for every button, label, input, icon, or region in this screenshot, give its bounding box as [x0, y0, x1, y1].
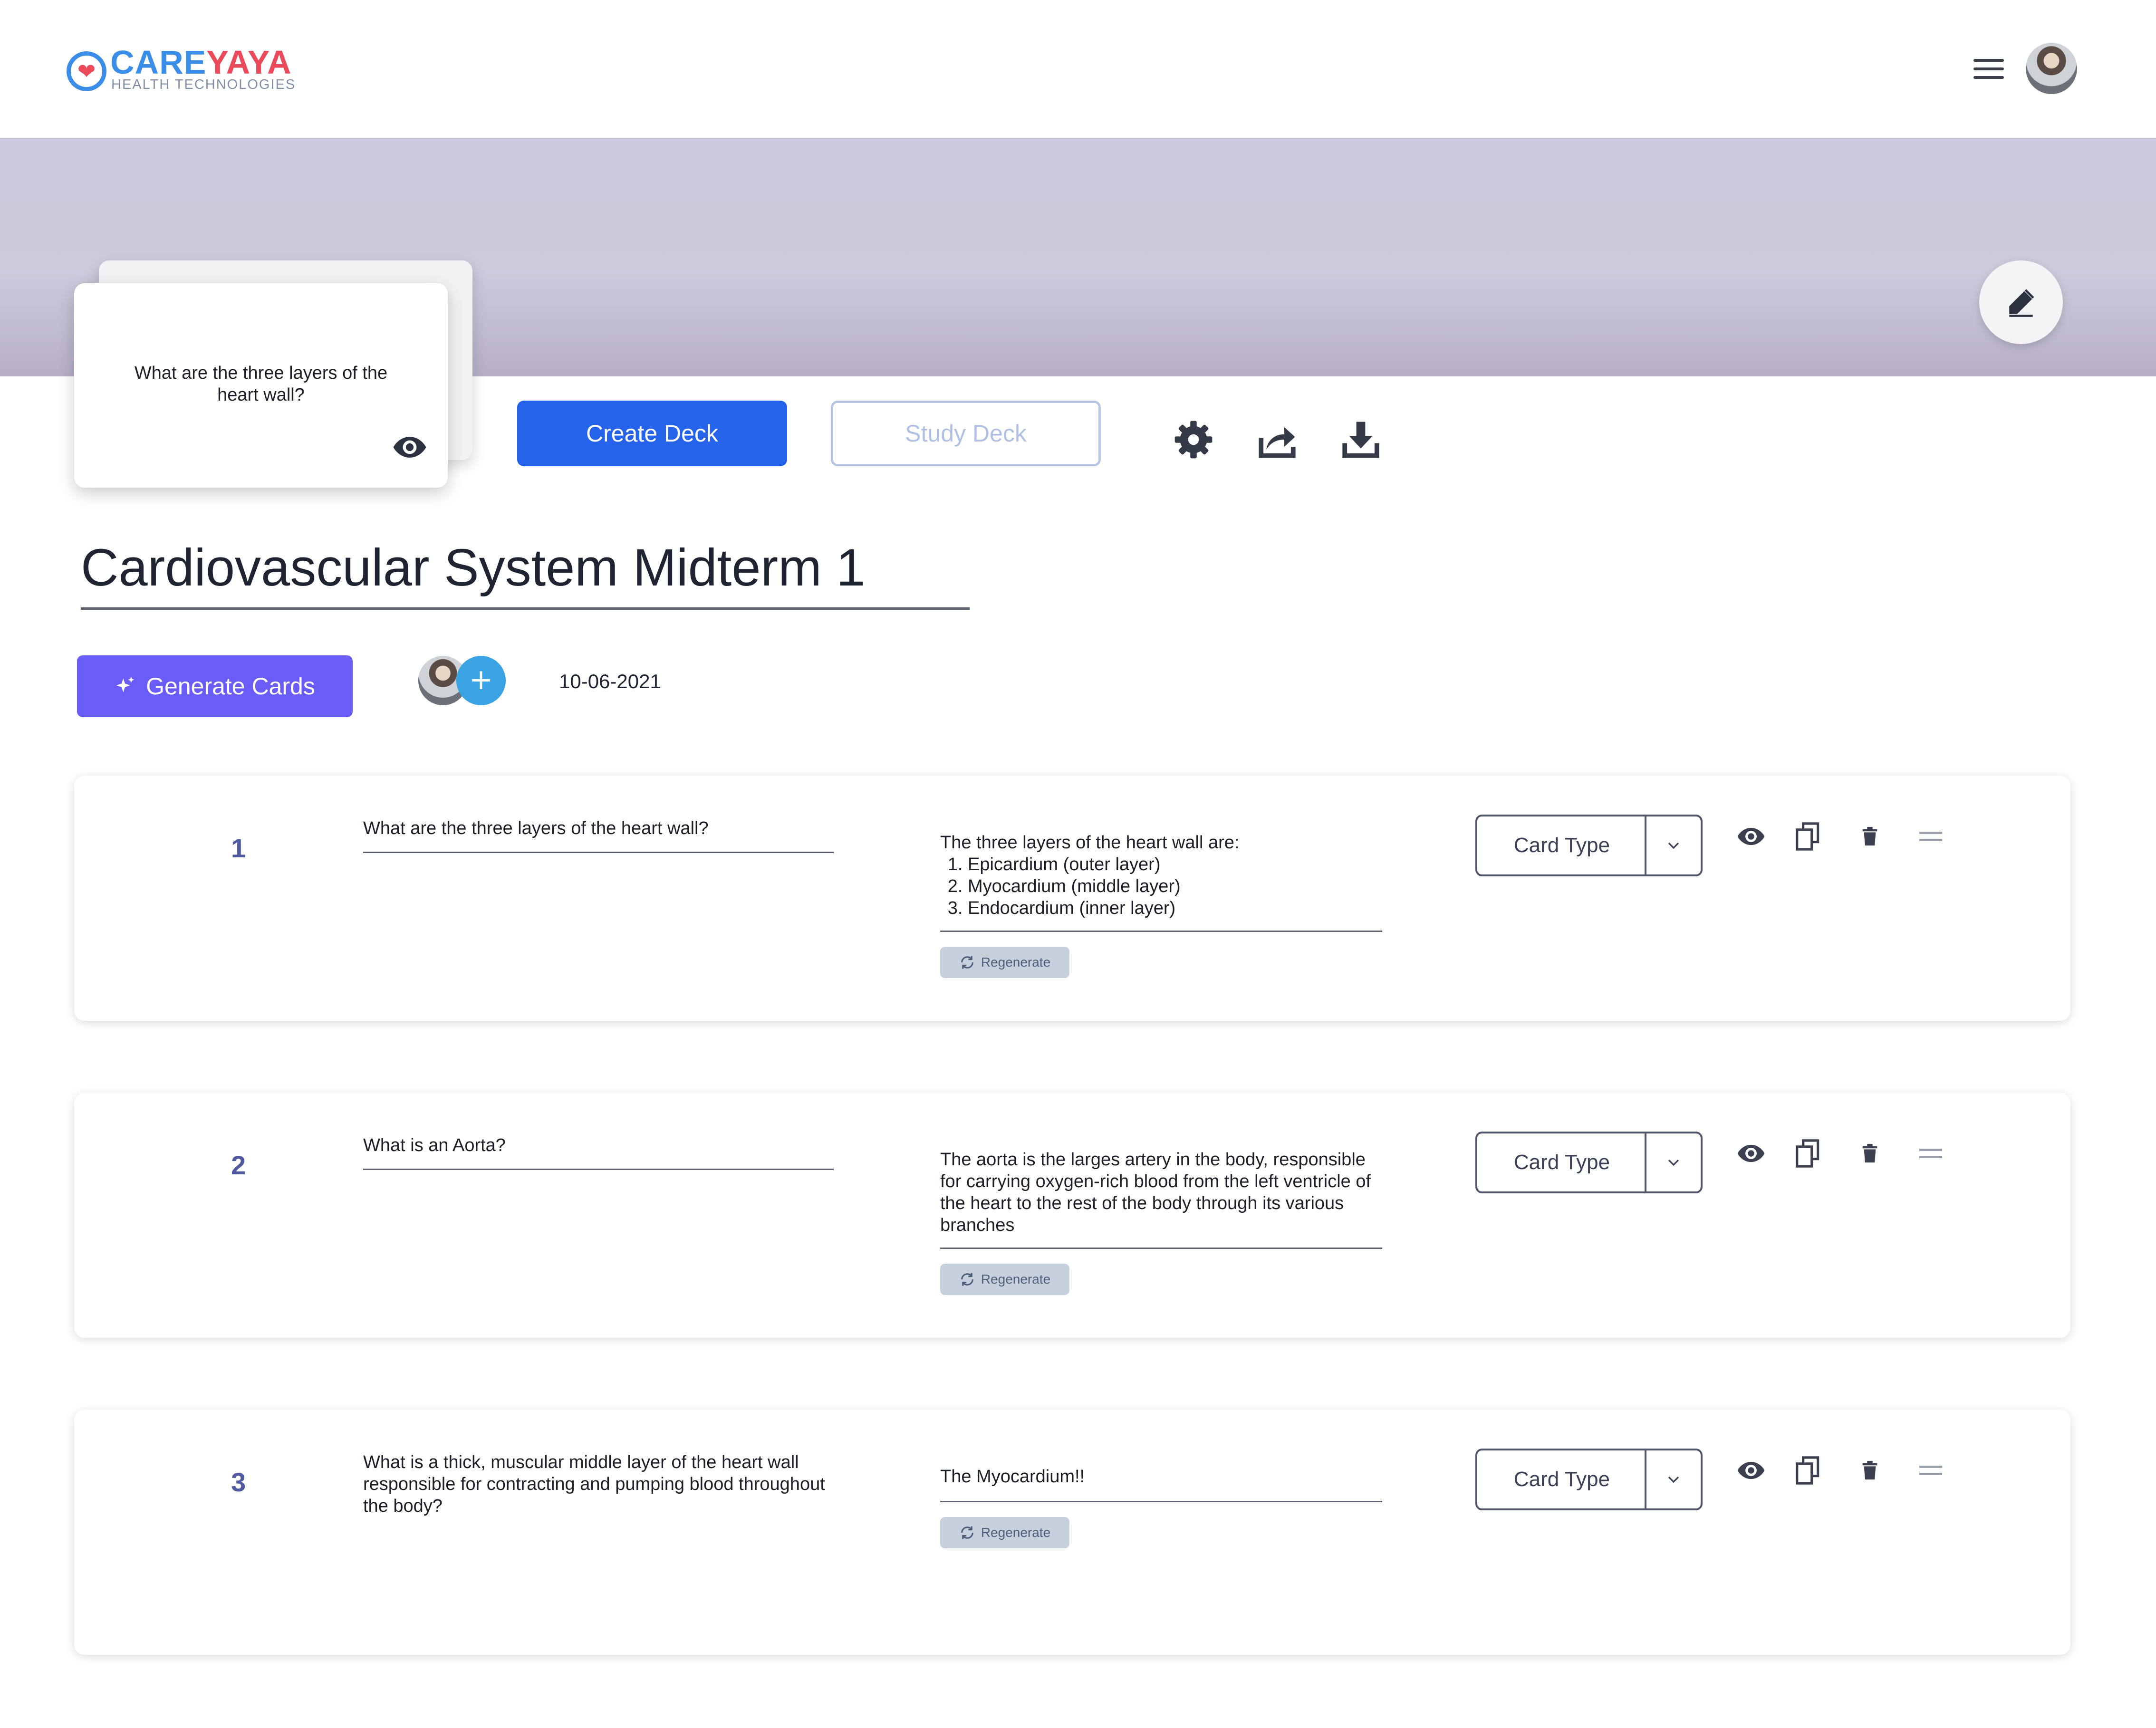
- top-navigation-bar: ❤ CAREYAYA HEALTH TECHNOLOGIES: [0, 0, 2156, 138]
- answer-underline: [940, 1248, 1382, 1249]
- refresh-icon: [961, 1273, 973, 1286]
- answer-list-item: Endocardium (inner layer): [968, 897, 1382, 919]
- flashcard-row: 2 What is an Aorta? The aorta is the lar…: [74, 1093, 2070, 1338]
- answer-list-item: Myocardium (middle layer): [968, 875, 1382, 897]
- answer-intro: The three layers of the heart wall are:: [940, 833, 1240, 853]
- title-underline: [81, 607, 970, 610]
- answer-field[interactable]: The aorta is the larges artery in the bo…: [940, 1149, 1382, 1236]
- chevron-down-icon[interactable]: [1646, 816, 1701, 874]
- answer-list-item: Epicardium (outer layer): [968, 854, 1382, 875]
- flashcard-row: 3 What is a thick, muscular middle layer…: [74, 1410, 2070, 1655]
- eye-icon[interactable]: [392, 435, 428, 461]
- regenerate-label: Regenerate: [981, 1525, 1051, 1540]
- preview-card-question: What are the three layers of the heart w…: [134, 363, 388, 405]
- share-icon[interactable]: [1256, 418, 1299, 461]
- sparkle-icon: [116, 676, 135, 692]
- hamburger-menu-icon[interactable]: [1973, 57, 2004, 81]
- answer-list: Epicardium (outer layer) Myocardium (mid…: [940, 854, 1382, 919]
- drag-handle-icon[interactable]: [1914, 819, 1948, 854]
- question-field[interactable]: What is a thick, muscular middle layer o…: [363, 1451, 834, 1517]
- answer-underline: [940, 1501, 1382, 1502]
- card-number: 3: [231, 1467, 246, 1497]
- drag-handle-icon[interactable]: [1914, 1453, 1948, 1488]
- card-type-dropdown[interactable]: Card Type: [1475, 1449, 1703, 1510]
- question-underline: [363, 852, 834, 853]
- answer-field[interactable]: The three layers of the heart wall are: …: [940, 832, 1382, 919]
- download-icon[interactable]: [1339, 418, 1382, 461]
- gear-icon[interactable]: [1172, 418, 1215, 461]
- add-collaborator-button[interactable]: +: [456, 656, 506, 705]
- heart-logo-icon: ❤: [67, 51, 106, 91]
- card-type-dropdown[interactable]: Card Type: [1475, 815, 1703, 876]
- generate-cards-button[interactable]: Generate Cards: [77, 655, 353, 717]
- answer-underline: [940, 931, 1382, 932]
- card-type-label: Card Type: [1513, 834, 1610, 857]
- trash-icon[interactable]: [1853, 1136, 1887, 1171]
- refresh-icon: [961, 1526, 973, 1539]
- regenerate-label: Regenerate: [981, 955, 1051, 970]
- preview-card[interactable]: What are the three layers of the heart w…: [74, 283, 448, 488]
- user-avatar[interactable]: [2026, 43, 2077, 94]
- regenerate-button[interactable]: Regenerate: [940, 1264, 1069, 1295]
- flashcard-row: 1 What are the three layers of the heart…: [74, 776, 2070, 1021]
- chevron-down-icon[interactable]: [1646, 1450, 1701, 1508]
- copy-icon[interactable]: [1791, 1453, 1825, 1488]
- logo-tagline: HEALTH TECHNOLOGIES: [111, 77, 296, 92]
- regenerate-label: Regenerate: [981, 1272, 1051, 1286]
- eye-icon[interactable]: [1734, 1136, 1768, 1171]
- pencil-icon: [2009, 289, 2034, 317]
- logo-wordmark: CAREYAYA: [110, 44, 292, 81]
- chevron-down-icon[interactable]: [1646, 1133, 1701, 1191]
- refresh-icon: [961, 956, 973, 969]
- question-underline: [363, 1169, 834, 1170]
- card-type-label: Card Type: [1513, 1151, 1610, 1174]
- deck-date: 10-06-2021: [559, 670, 661, 692]
- edit-cover-button[interactable]: [1979, 260, 2063, 344]
- eye-icon[interactable]: [1734, 1453, 1768, 1488]
- create-deck-button[interactable]: Create Deck: [517, 401, 787, 466]
- copy-icon[interactable]: [1791, 1136, 1825, 1171]
- copy-icon[interactable]: [1791, 819, 1825, 854]
- regenerate-button[interactable]: Regenerate: [940, 1517, 1069, 1548]
- regenerate-button[interactable]: Regenerate: [940, 947, 1069, 978]
- trash-icon[interactable]: [1853, 1453, 1887, 1488]
- card-type-dropdown[interactable]: Card Type: [1475, 1132, 1703, 1193]
- card-type-label: Card Type: [1513, 1468, 1610, 1491]
- trash-icon[interactable]: [1853, 819, 1887, 854]
- card-number: 1: [231, 833, 246, 863]
- answer-field[interactable]: The Myocardium!!: [940, 1466, 1382, 1488]
- study-deck-button[interactable]: Study Deck: [831, 401, 1101, 466]
- question-field[interactable]: What is an Aorta?: [363, 1134, 834, 1156]
- drag-handle-icon[interactable]: [1914, 1136, 1948, 1171]
- card-number: 2: [231, 1150, 246, 1180]
- question-field[interactable]: What are the three layers of the heart w…: [363, 817, 834, 839]
- deck-title-input[interactable]: Cardiovascular System Midterm 1: [81, 542, 865, 594]
- eye-icon[interactable]: [1734, 819, 1768, 854]
- generate-cards-label: Generate Cards: [146, 673, 315, 700]
